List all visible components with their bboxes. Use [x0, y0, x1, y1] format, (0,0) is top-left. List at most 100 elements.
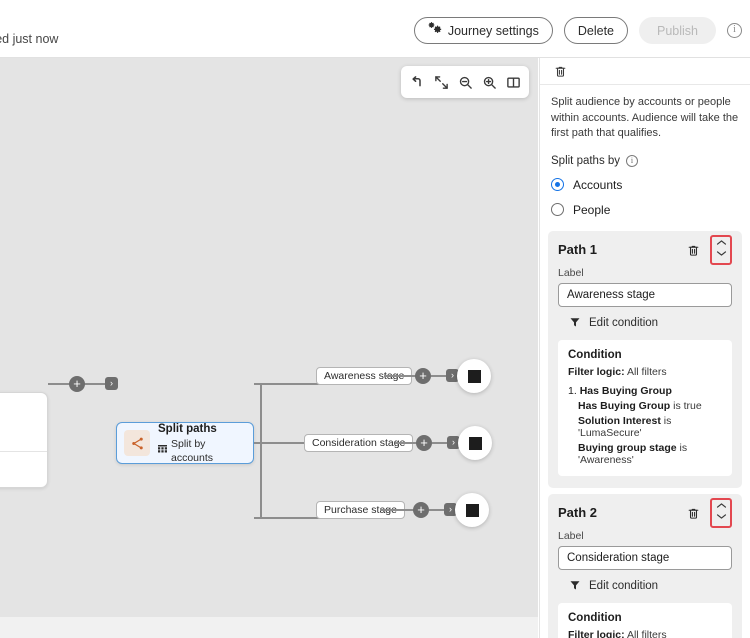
- add-step-button-4[interactable]: +: [413, 502, 429, 518]
- app-header: aved just now Journey settings Delete Pu…: [0, 0, 750, 58]
- chevron-down-icon[interactable]: [716, 513, 727, 523]
- condition-title-2: Condition: [568, 612, 722, 624]
- filter-icon: [569, 579, 581, 594]
- chevron-up-icon[interactable]: [716, 502, 727, 512]
- radio-icon-unselected: [551, 203, 564, 216]
- canvas-bottom-strip: [0, 617, 538, 638]
- split-paths-icon: [124, 430, 150, 456]
- edge-branch-spine: [260, 383, 262, 517]
- panel-description: Split audience by accounts or people wit…: [551, 95, 739, 142]
- radio-icon-selected: [551, 178, 564, 191]
- rule-attr: Has Buying Group: [578, 400, 670, 412]
- stop-icon: [466, 504, 479, 517]
- panel-toolbar: [540, 58, 750, 85]
- stop-icon: [468, 370, 481, 383]
- add-step-button-2[interactable]: +: [415, 368, 431, 384]
- path-label-input-1[interactable]: [558, 283, 732, 307]
- path-card-2: Path 2 Label: [548, 494, 742, 638]
- end-node-3[interactable]: [455, 493, 489, 527]
- zoom-in-icon[interactable]: [479, 72, 499, 92]
- reorder-path-control-2[interactable]: [710, 498, 732, 528]
- condition-rule-1-3: Buying group stage is 'Awareness': [568, 442, 722, 466]
- spacer: [540, 217, 750, 231]
- split-paths-properties-panel: Split audience by accounts or people wit…: [539, 58, 750, 638]
- split-paths-by-row: Split paths by i: [551, 155, 739, 167]
- journey-settings-button[interactable]: Journey settings: [414, 17, 553, 44]
- info-icon[interactable]: i: [727, 23, 742, 38]
- delete-path-icon[interactable]: [684, 505, 702, 523]
- condition-item-name-1: Has Buying Group: [580, 385, 672, 397]
- canvas-node-split-paths[interactable]: Split paths Split by accounts: [116, 422, 254, 464]
- trash-icon[interactable]: [551, 62, 569, 80]
- edge-chip2-plus: [395, 442, 417, 444]
- condition-box-2: Condition Filter logic: All filters 1. H…: [558, 603, 732, 638]
- add-step-button-3[interactable]: +: [416, 435, 432, 451]
- delete-button-label: Delete: [578, 24, 614, 38]
- split-node-subtitle-row: Split by accounts: [158, 437, 246, 465]
- radio-option-accounts[interactable]: Accounts: [551, 178, 739, 192]
- edit-condition-label-1: Edit condition: [589, 317, 658, 329]
- condition-title-1: Condition: [568, 349, 722, 361]
- canvas-node-previous[interactable]: ring ent umaSec...: [0, 392, 48, 488]
- chevron-down-icon[interactable]: [716, 250, 727, 260]
- condition-item-1: 1. Has Buying Group: [568, 385, 722, 397]
- edge-branch-3b: [260, 517, 320, 519]
- chevron-up-icon[interactable]: [716, 239, 727, 249]
- path-card-header-2: Path 2: [558, 505, 732, 528]
- filter-icon: [569, 316, 581, 331]
- radio-label-accounts: Accounts: [573, 178, 622, 192]
- canvas-toolbar[interactable]: [401, 66, 529, 98]
- info-icon[interactable]: i: [626, 155, 638, 167]
- path-title-1: Path 1: [558, 242, 684, 257]
- end-node-1[interactable]: [457, 359, 491, 393]
- rule-attr: Buying group stage: [578, 442, 677, 454]
- previous-node-value: umaSec...: [0, 463, 37, 475]
- path-title-2: Path 2: [558, 505, 684, 520]
- saved-status-text: aved just now: [0, 32, 58, 46]
- condition-rule-1-2: Solution Interest is 'LumaSecure': [568, 415, 722, 439]
- path-card-header-1: Path 1: [558, 242, 732, 265]
- path-label-input-2[interactable]: [558, 546, 732, 570]
- undo-icon[interactable]: [407, 72, 427, 92]
- panel-body: Split audience by accounts or people wit…: [540, 85, 750, 217]
- add-step-button-1[interactable]: +: [69, 376, 85, 392]
- radio-dot: [555, 182, 560, 187]
- reorder-path-control-1[interactable]: [710, 235, 732, 265]
- grid-icon: [158, 444, 167, 458]
- fit-to-screen-icon[interactable]: [431, 72, 451, 92]
- condition-rule-1-1: Has Buying Group is true: [568, 400, 722, 412]
- path-label-caption-1: Label: [558, 267, 732, 279]
- journey-canvas[interactable]: ring ent umaSec... + › Split paths: [0, 58, 538, 617]
- header-actions: Journey settings Delete Publish i: [414, 17, 742, 44]
- zoom-out-icon[interactable]: [455, 72, 475, 92]
- stop-icon: [469, 437, 482, 450]
- minimap-icon[interactable]: [503, 72, 523, 92]
- edit-condition-button-2[interactable]: Edit condition: [569, 579, 732, 594]
- rule-rest: is true: [670, 400, 702, 412]
- end-node-2[interactable]: [458, 426, 492, 460]
- edit-condition-label-2: Edit condition: [589, 580, 658, 592]
- condition-item-number-1: 1.: [568, 385, 577, 397]
- delete-path-icon[interactable]: [684, 242, 702, 260]
- filter-logic-caption-2: Filter logic:: [568, 629, 625, 638]
- radio-option-people[interactable]: People: [551, 203, 739, 217]
- edge-chip1-plus: [384, 375, 416, 377]
- filter-logic-1: Filter logic: All filters: [568, 366, 722, 378]
- filter-logic-caption-1: Filter logic:: [568, 366, 625, 378]
- edit-condition-button-1[interactable]: Edit condition: [569, 316, 732, 331]
- gear-icon: [428, 22, 442, 39]
- path-card-1: Path 1 Label: [548, 231, 742, 488]
- edge-chip3-plus: [380, 509, 414, 511]
- path-label-caption-2: Label: [558, 530, 732, 542]
- radio-label-people: People: [573, 203, 610, 217]
- condition-box-1: Condition Filter logic: All filters 1. H…: [558, 340, 732, 476]
- split-paths-by-label: Split paths by: [551, 155, 620, 167]
- split-node-title: Split paths: [158, 422, 246, 436]
- previous-node-title: ring: [0, 402, 37, 416]
- divider: [0, 451, 47, 452]
- delete-button[interactable]: Delete: [564, 17, 628, 44]
- expand-branch-button-1[interactable]: ›: [105, 377, 118, 390]
- filter-logic-2: Filter logic: All filters: [568, 629, 722, 638]
- edge-branch-1: [254, 383, 320, 385]
- rule-attr: Solution Interest: [578, 415, 661, 427]
